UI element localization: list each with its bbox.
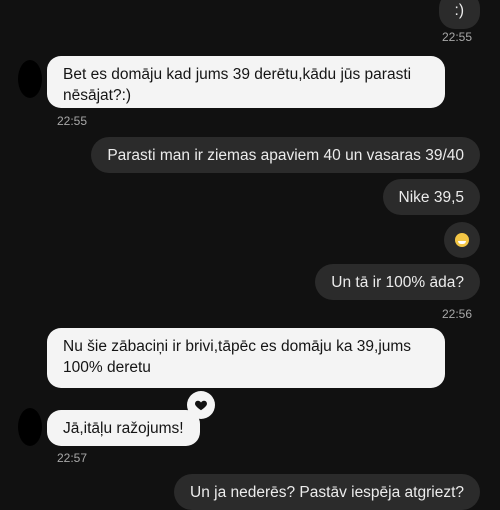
message-text: Parasti man ir ziemas apaviem 40 un vasa…: [107, 147, 464, 164]
message-text: :): [454, 2, 464, 19]
message-bubble-outgoing[interactable]: Un ja nederēs? Pastāv iespēja atgriezt?: [174, 474, 480, 510]
timestamp: 22:55: [441, 30, 472, 44]
message-bubble-outgoing[interactable]: Parasti man ir ziemas apaviem 40 un vasa…: [91, 137, 480, 173]
message-text: Bet es domāju kad jums 39 derētu,kādu jū…: [63, 66, 412, 104]
message-bubble-outgoing[interactable]: [444, 222, 480, 258]
message-text: Jā,itāļu ražojums!: [63, 420, 184, 437]
message-text: Nike 39,5: [398, 189, 464, 206]
avatar[interactable]: [18, 408, 42, 446]
message-bubble-incoming[interactable]: Jā,itāļu ražojums!: [47, 410, 200, 446]
timestamp: 22:56: [441, 307, 472, 321]
message-text: Un tā ir 100% āda?: [331, 274, 464, 291]
timestamp: 22:55: [57, 114, 88, 128]
black-heart-icon: [195, 400, 207, 411]
grinning-face-icon: [455, 233, 469, 247]
message-text: Un ja nederēs? Pastāv iespēja atgriezt?: [190, 484, 464, 501]
message-text: Nu šie zābaciņi ir brivi,tāpēc es domāju…: [63, 338, 412, 376]
message-bubble-incoming[interactable]: Nu šie zābaciņi ir brivi,tāpēc es domāju…: [47, 328, 445, 388]
timestamp: 22:57: [57, 451, 88, 465]
message-bubble-incoming[interactable]: Bet es domāju kad jums 39 derētu,kādu jū…: [47, 56, 445, 108]
message-bubble-outgoing[interactable]: :): [438, 0, 480, 29]
avatar[interactable]: [18, 60, 42, 98]
reaction-badge[interactable]: [187, 391, 215, 419]
message-bubble-outgoing[interactable]: Un tā ir 100% āda?: [315, 264, 480, 300]
message-bubble-outgoing[interactable]: Nike 39,5: [382, 179, 480, 215]
